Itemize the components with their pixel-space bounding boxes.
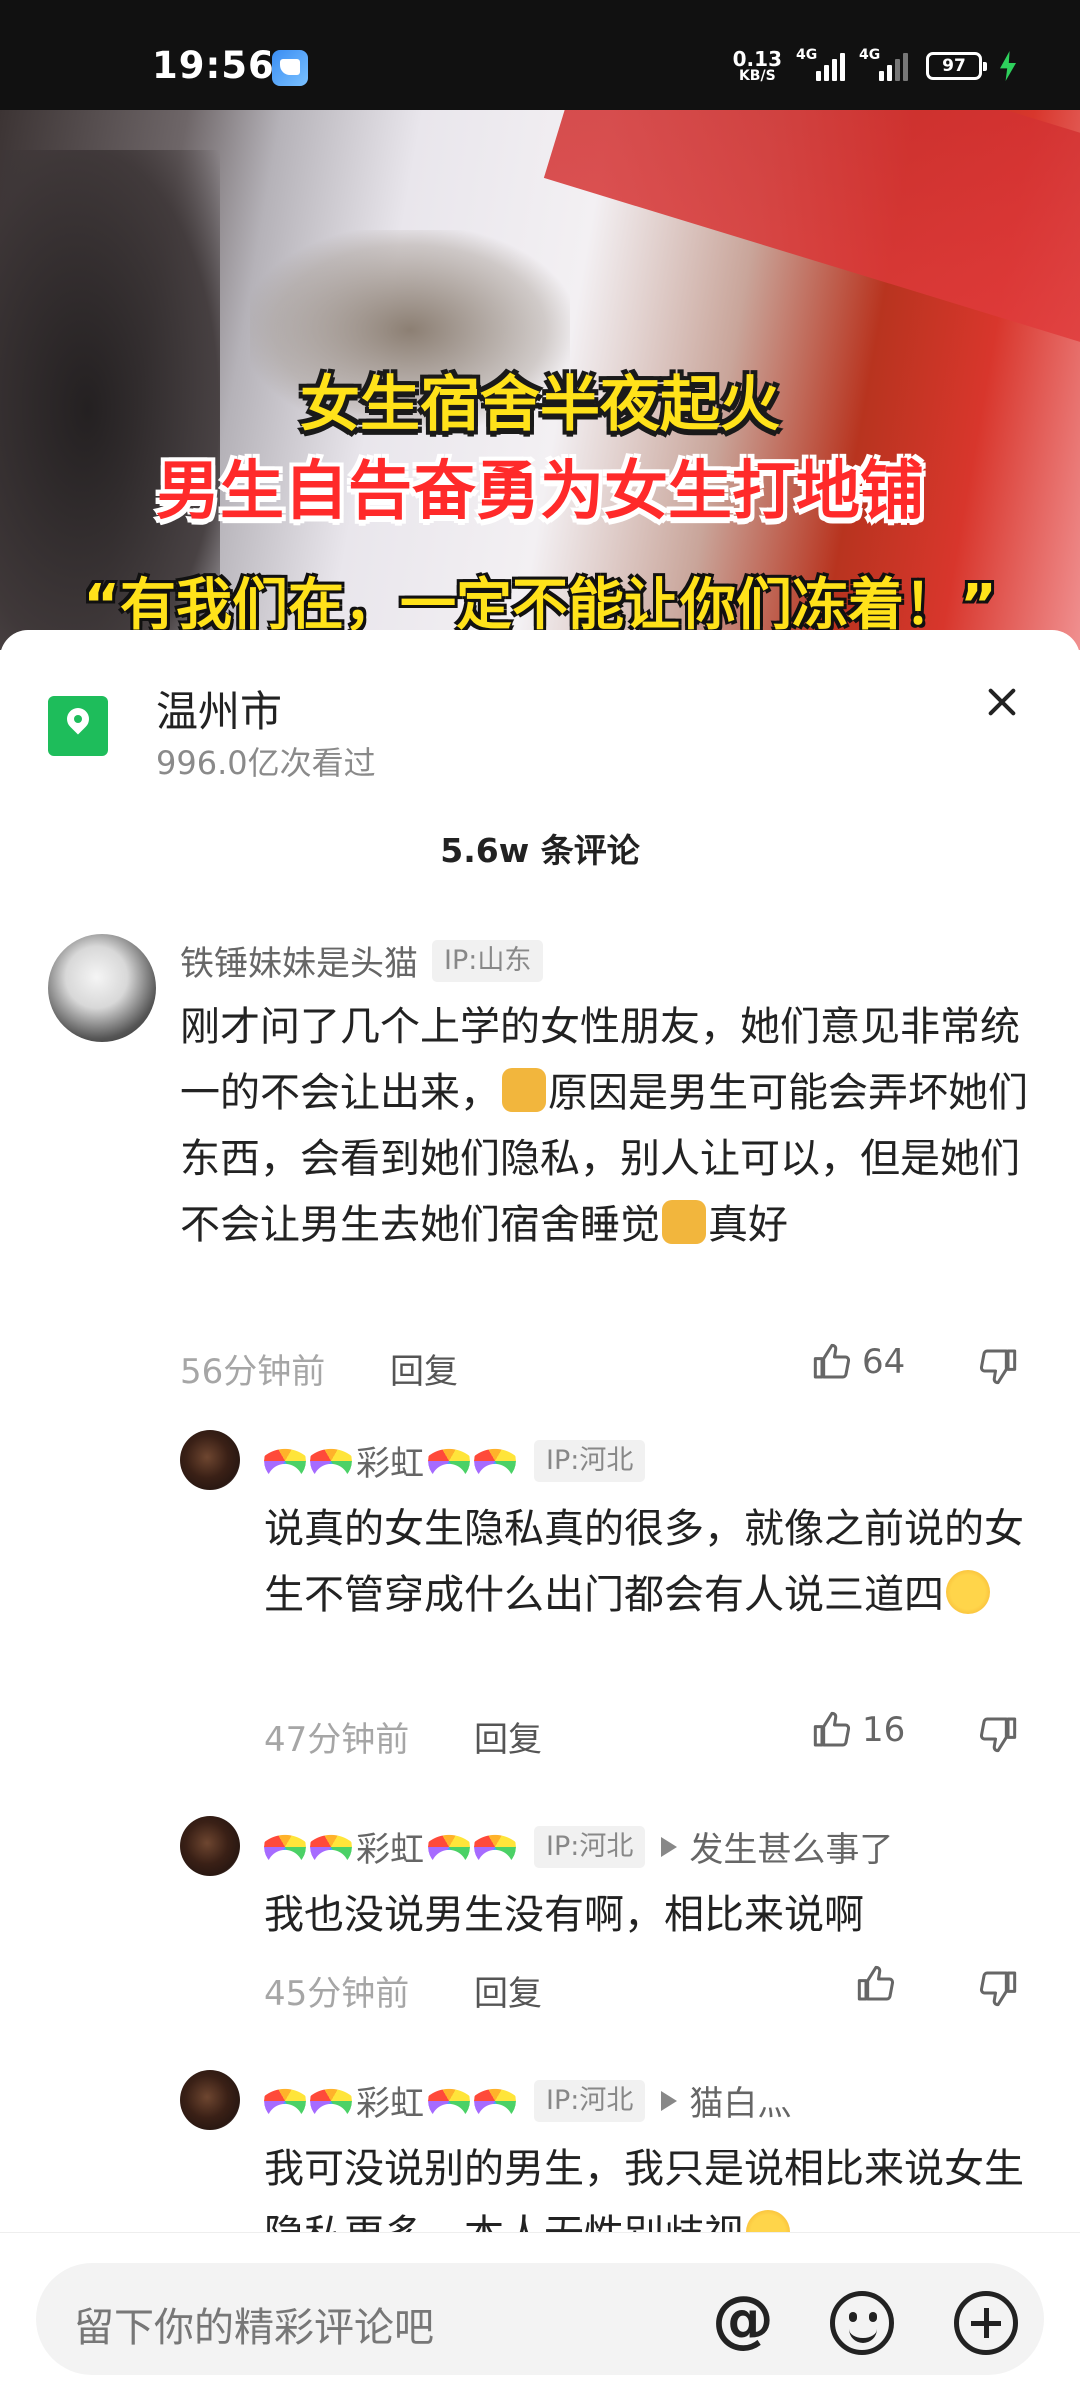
signal-icon-2: 4G xyxy=(859,47,908,81)
username-text: 铁锤妹妹是头猫 xyxy=(180,944,418,984)
comment-time: 47分钟前 xyxy=(264,1720,410,1760)
username-text: 彩虹 xyxy=(356,2084,424,2124)
location-views: 996.0亿次看过 xyxy=(156,744,376,782)
charging-icon xyxy=(1000,51,1016,81)
username-text: 彩虹 xyxy=(356,1444,424,1484)
like-count: 16 xyxy=(862,1710,906,1750)
avatar[interactable] xyxy=(180,1430,240,1490)
rainbow-emoji-icon xyxy=(474,1439,516,1482)
location-pin-icon[interactable] xyxy=(48,696,108,756)
video-player[interactable]: 女生宿舍半夜起火 男生自告奋勇为女生打地铺 “有我们在，一定不能让你们冻着！” xyxy=(0,110,1080,650)
cat-emoji-icon xyxy=(662,1200,706,1244)
rainbow-emoji-icon xyxy=(310,1439,352,1482)
thumbs-up-icon xyxy=(813,1343,851,1379)
reply-button[interactable]: 回复 xyxy=(474,1966,542,2015)
comment-text-part: 真好 xyxy=(708,1202,788,1248)
thumbs-down-icon[interactable] xyxy=(978,1714,1018,1754)
comment-username[interactable]: 彩虹 IP:河北 猫白灬 xyxy=(264,2076,791,2125)
video-caption-line1: 女生宿舍半夜起火 xyxy=(300,370,780,440)
like-button[interactable]: 64 xyxy=(812,1342,905,1382)
signal-1-label: 4G xyxy=(796,47,818,63)
comment-time: 56分钟前 xyxy=(180,1352,326,1392)
ip-tag: IP:河北 xyxy=(534,1825,646,1868)
comment-text[interactable]: 刚才问了几个上学的女性朋友，她们意见非常统一的不会让出来， 原因是男生可能会弄坏她… xyxy=(180,994,1030,1258)
location-name[interactable]: 温州市 xyxy=(156,678,282,739)
comment-sheet: 温州市 996.0亿次看过 5.6w 条评论 铁锤妹妹是头猫 IP:山东 刚才问… xyxy=(0,630,1080,2400)
like-button[interactable]: 16 xyxy=(812,1710,905,1750)
comment-username[interactable]: 彩虹 IP:河北 xyxy=(264,1436,646,1485)
crying-emoji-icon xyxy=(946,1570,990,1614)
rainbow-emoji-icon xyxy=(264,1439,306,1482)
network-speed-unit: KB/S xyxy=(738,68,776,84)
cat-emoji-icon xyxy=(502,1068,546,1112)
ip-tag: IP:河北 xyxy=(534,2079,646,2122)
thumbs-down-icon[interactable] xyxy=(978,1346,1018,1386)
rainbow-emoji-icon xyxy=(264,2079,306,2122)
comment-text-part: 我也没说男生没有啊，相比来说啊 xyxy=(264,1892,864,1938)
thumbs-up-icon xyxy=(857,1965,895,2001)
rainbow-emoji-icon xyxy=(474,2079,516,2122)
rainbow-emoji-icon xyxy=(474,1825,516,1868)
rainbow-emoji-icon xyxy=(310,1825,352,1868)
ip-tag: IP:河北 xyxy=(534,1439,646,1482)
comment-input-bar: 留下你的精彩评论吧 @ xyxy=(0,2232,1080,2400)
avatar[interactable] xyxy=(180,2070,240,2130)
rainbow-emoji-icon xyxy=(264,1825,306,1868)
reply-arrow-icon xyxy=(661,2090,678,2111)
like-button[interactable] xyxy=(856,1964,896,2004)
rainbow-emoji-icon xyxy=(428,1825,470,1868)
video-caption-line3: “有我们在，一定不能让你们冻着！” xyxy=(83,573,997,638)
reply-target-username[interactable]: 发生甚么事了 xyxy=(689,1822,893,1871)
comment-username[interactable]: 铁锤妹妹是头猫 IP:山东 xyxy=(180,936,544,985)
comment-text-part: 说真的女生隐私真的很多，就像之前说的女生不管穿成什么出门都会有人说三道四 xyxy=(264,1506,1024,1618)
status-time: 19:56 xyxy=(152,44,275,87)
comment-time: 45分钟前 xyxy=(264,1974,410,2014)
reply-button[interactable]: 回复 xyxy=(390,1344,458,1393)
close-icon[interactable] xyxy=(974,674,1030,730)
smile-icon[interactable] xyxy=(830,2291,894,2355)
app-notification-icon xyxy=(272,50,308,86)
network-speed: 0.13 KB/S xyxy=(733,49,782,83)
reply-arrow-icon xyxy=(661,1836,678,1857)
comment-count: 5.6w 条评论 xyxy=(440,831,640,870)
reply-button[interactable]: 回复 xyxy=(474,1712,542,1761)
reply-target-username[interactable]: 猫白灬 xyxy=(689,2076,791,2125)
comment-text[interactable]: 说真的女生隐私真的很多，就像之前说的女生不管穿成什么出门都会有人说三道四 xyxy=(264,1496,1044,1628)
mention-icon[interactable]: @ xyxy=(712,2288,774,2350)
signal-2-label: 4G xyxy=(859,47,881,63)
username-text: 彩虹 xyxy=(356,1830,424,1870)
ip-tag: IP:山东 xyxy=(432,939,544,982)
rainbow-emoji-icon xyxy=(428,2079,470,2122)
comment-username[interactable]: 彩虹 IP:河北 发生甚么事了 xyxy=(264,1822,893,1871)
status-indicators: 0.13 KB/S 4G 4G 97 xyxy=(733,46,1016,86)
plus-icon[interactable] xyxy=(954,2291,1018,2355)
signal-icon-1: 4G xyxy=(796,47,845,81)
video-background-banner xyxy=(543,110,1080,354)
avatar[interactable] xyxy=(180,1816,240,1876)
comment-input-placeholder[interactable]: 留下你的精彩评论吧 xyxy=(74,2295,434,2353)
battery-icon: 97 xyxy=(926,52,987,80)
video-caption-line2: 男生自告奋勇为女生打地铺 xyxy=(156,455,924,529)
thumbs-down-icon[interactable] xyxy=(978,1968,1018,2008)
avatar[interactable] xyxy=(48,934,156,1042)
rainbow-emoji-icon xyxy=(310,2079,352,2122)
comment-text[interactable]: 我也没说男生没有啊，相比来说啊 xyxy=(264,1882,1044,1948)
rainbow-emoji-icon xyxy=(428,1439,470,1482)
status-bar: 19:56 0.13 KB/S 4G 4G 97 xyxy=(0,0,1080,110)
network-speed-value: 0.13 xyxy=(732,47,782,71)
like-count: 64 xyxy=(862,1342,906,1382)
thumbs-up-icon xyxy=(813,1711,851,1747)
